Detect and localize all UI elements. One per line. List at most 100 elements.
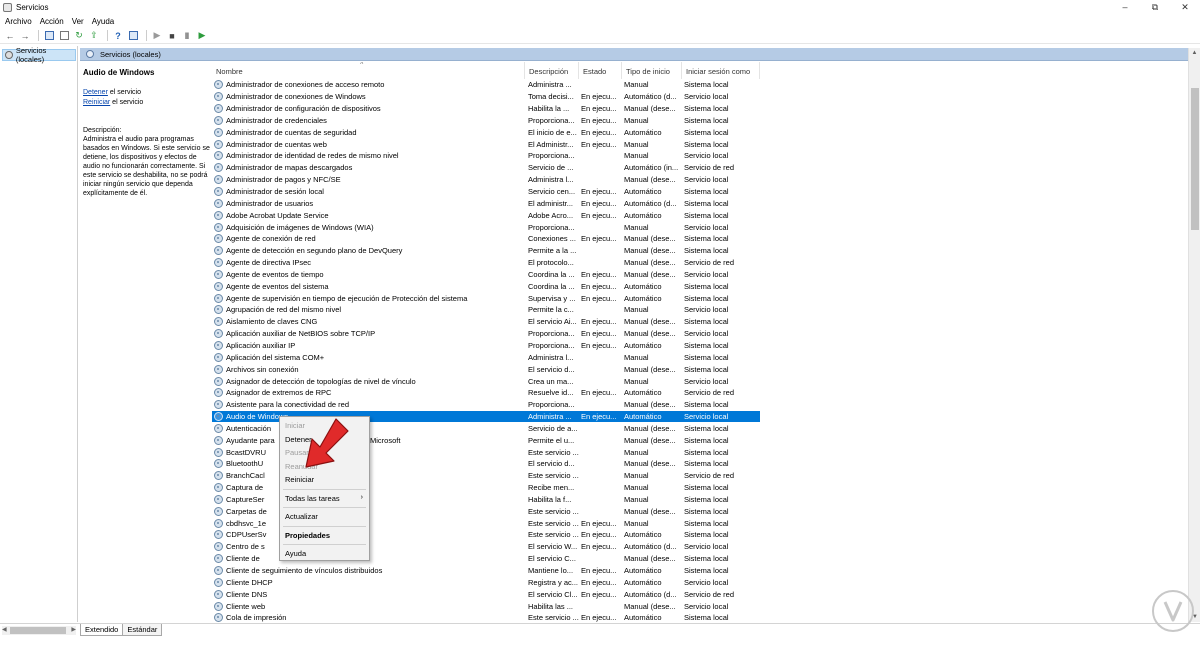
table-row[interactable]: Cliente web Habilita las ... Manual (dese.…: [212, 600, 1188, 612]
table-row[interactable]: Aplicación auxiliar IP Proporciona... En e…: [212, 340, 1188, 352]
table-row[interactable]: Administrador de sesión local Servicio ce…: [212, 186, 1188, 198]
menu-archivo[interactable]: Archivo: [5, 17, 32, 26]
service-logon-cell: Sistema local: [684, 80, 729, 90]
search-icon: [86, 50, 94, 58]
column-logon[interactable]: Iniciar sesión como: [682, 62, 760, 79]
table-row[interactable]: Administrador de mapas descargados Servic…: [212, 162, 1188, 174]
close-icon[interactable]: ✕: [1170, 0, 1200, 14]
stop-service-link[interactable]: Detener: [83, 89, 108, 96]
table-row[interactable]: Asignador de extremos de RPC Resuelve id.…: [212, 387, 1188, 399]
table-row[interactable]: Agrupación de red del mismo nivel Permite…: [212, 304, 1188, 316]
gear-icon: [214, 92, 223, 102]
horizontal-scrollbar[interactable]: ◀ ▶: [2, 626, 76, 635]
service-name: Cliente de: [226, 554, 260, 564]
chevron-right-icon: ›: [360, 493, 363, 501]
table-row[interactable]: Agente de directiva IPsec El protocolo...…: [212, 257, 1188, 269]
context-menu-all-tasks[interactable]: Todas las tareas ›: [280, 492, 369, 506]
table-row[interactable]: Administrador de cuentas web El Administr…: [212, 138, 1188, 150]
menu-ayuda[interactable]: Ayuda: [92, 17, 115, 26]
tab-estandar[interactable]: Estándar: [122, 624, 163, 636]
console-tree-icon[interactable]: [43, 30, 55, 42]
table-row[interactable]: Aplicación auxiliar de NetBIOS sobre TCP…: [212, 328, 1188, 340]
back-icon[interactable]: ←: [4, 30, 16, 42]
vertical-scrollbar[interactable]: ▲ ▼: [1188, 48, 1200, 622]
service-startup-cell: Automático (in...: [624, 163, 679, 173]
table-row[interactable]: Asistente para la conectividad de red Pro…: [212, 399, 1188, 411]
service-logon-cell: Sistema local: [684, 613, 729, 622]
tree-item-servicios-locales[interactable]: Servicios (locales): [2, 46, 76, 64]
table-row[interactable]: Cliente DHCP Registra y ac... En ejecu... A…: [212, 576, 1188, 588]
scroll-thumb[interactable]: [1191, 88, 1199, 230]
table-row[interactable]: Administrador de identidad de redes de m…: [212, 150, 1188, 162]
table-row[interactable]: Archivos sin conexión El servicio d... Man…: [212, 363, 1188, 375]
service-logon-cell: Servicio de red: [684, 589, 735, 599]
service-name-cell: Aplicación auxiliar de NetBIOS sobre TCP…: [212, 329, 525, 339]
help-icon[interactable]: ?: [112, 30, 124, 42]
scroll-left-icon[interactable]: ◀: [2, 626, 7, 633]
stop-icon[interactable]: ■: [166, 30, 178, 42]
restart-service-link[interactable]: Reiniciar: [83, 99, 110, 106]
service-description-cell: Proporciona...: [528, 400, 575, 410]
service-description-cell: Servicio de a...: [528, 423, 578, 433]
scroll-right-icon[interactable]: ▶: [71, 626, 76, 633]
service-startup-cell: Manual (dese...: [624, 246, 676, 256]
context-menu-refresh[interactable]: Actualizar: [280, 510, 369, 524]
minimize-icon[interactable]: –: [1110, 0, 1140, 14]
table-row[interactable]: Cliente de seguimiento de vínculos distr…: [212, 565, 1188, 577]
gear-icon: [214, 305, 223, 315]
service-name: Autenticación: [226, 423, 272, 433]
view-icon[interactable]: [127, 30, 139, 42]
restore-icon[interactable]: ⧉: [1140, 0, 1170, 14]
service-startup-cell: Manual (dese...: [624, 459, 676, 469]
tab-extendido[interactable]: Extendido: [80, 624, 124, 636]
pause-icon[interactable]: ‖: [181, 30, 193, 42]
table-row[interactable]: Aplicación del sistema COM+ Administra l.…: [212, 351, 1188, 363]
table-row[interactable]: Administrador de cuentas de seguridad El …: [212, 126, 1188, 138]
table-row[interactable]: Administrador de usuarios El administr...…: [212, 197, 1188, 209]
service-name-cell: Cliente DHCP: [212, 577, 525, 587]
table-row[interactable]: Aislamiento de claves CNG El servicio Ai.…: [212, 316, 1188, 328]
table-row[interactable]: Administrador de pagos y NFC/SE Administr…: [212, 174, 1188, 186]
column-description[interactable]: Descripción: [525, 62, 579, 79]
export-icon[interactable]: ⇪: [88, 30, 100, 42]
watermark-logo-icon: [1152, 590, 1194, 632]
table-row[interactable]: Agente de eventos del sistema Coordina la…: [212, 280, 1188, 292]
column-startup-type[interactable]: Tipo de inicio: [622, 62, 682, 79]
forward-icon[interactable]: →: [19, 30, 31, 42]
service-name-cell: Adquisición de imágenes de Windows (WIA): [212, 222, 525, 232]
service-startup-cell: Manual (dese...: [624, 175, 676, 185]
horizontal-scroll-thumb[interactable]: [10, 627, 66, 634]
properties-icon[interactable]: [58, 30, 70, 42]
table-row[interactable]: Adobe Acrobat Update Service Adobe Acro..…: [212, 209, 1188, 221]
play-icon[interactable]: ▶: [151, 30, 163, 42]
table-row[interactable]: Asignador de detección de topologías de …: [212, 375, 1188, 387]
scroll-up-icon[interactable]: ▲: [1189, 48, 1200, 58]
table-row[interactable]: Administrador de configuración de dispos…: [212, 103, 1188, 115]
menu-accion[interactable]: Acción: [40, 17, 64, 26]
table-row[interactable]: Administrador de conexiones de acceso re…: [212, 79, 1188, 91]
table-row[interactable]: Cola de impresión Este servicio ... En eje…: [212, 612, 1188, 622]
service-name: cbdhsvc_1e: [226, 518, 267, 528]
table-row[interactable]: Cliente DNS El servicio Cl... En ejecu... A…: [212, 588, 1188, 600]
table-row[interactable]: Agente de supervisión en tiempo de ejecu…: [212, 292, 1188, 304]
context-menu-restart[interactable]: Reiniciar: [280, 473, 369, 487]
service-state-cell: En ejecu...: [581, 329, 617, 339]
menu-ver[interactable]: Ver: [72, 17, 84, 26]
restart-icon[interactable]: ▶: [196, 30, 208, 42]
table-row[interactable]: Administrador de conexiones de Windows To…: [212, 91, 1188, 103]
service-startup-cell: Manual (dese...: [624, 104, 676, 114]
refresh-icon[interactable]: ↻: [73, 30, 85, 42]
table-row[interactable]: Agente de detección en segundo plano de …: [212, 245, 1188, 257]
service-logon-cell: Sistema local: [684, 435, 729, 445]
service-state-cell: En ejecu...: [581, 317, 617, 327]
context-menu-help[interactable]: Ayuda: [280, 547, 369, 561]
context-menu-properties[interactable]: Propiedades: [280, 529, 369, 543]
column-state[interactable]: Estado: [579, 62, 622, 79]
service-description-cell: Crea un ma...: [528, 376, 574, 386]
table-row[interactable]: Administrador de credenciales Proporciona…: [212, 115, 1188, 127]
table-row[interactable]: Adquisición de imágenes de Windows (WIA)…: [212, 221, 1188, 233]
table-row[interactable]: Agente de conexión de red Conexiones ... E…: [212, 233, 1188, 245]
column-name[interactable]: ˄ Nombre: [212, 62, 525, 79]
table-row[interactable]: Agente de eventos de tiempo Coordina la .…: [212, 269, 1188, 281]
service-logon-cell: Sistema local: [684, 459, 729, 469]
